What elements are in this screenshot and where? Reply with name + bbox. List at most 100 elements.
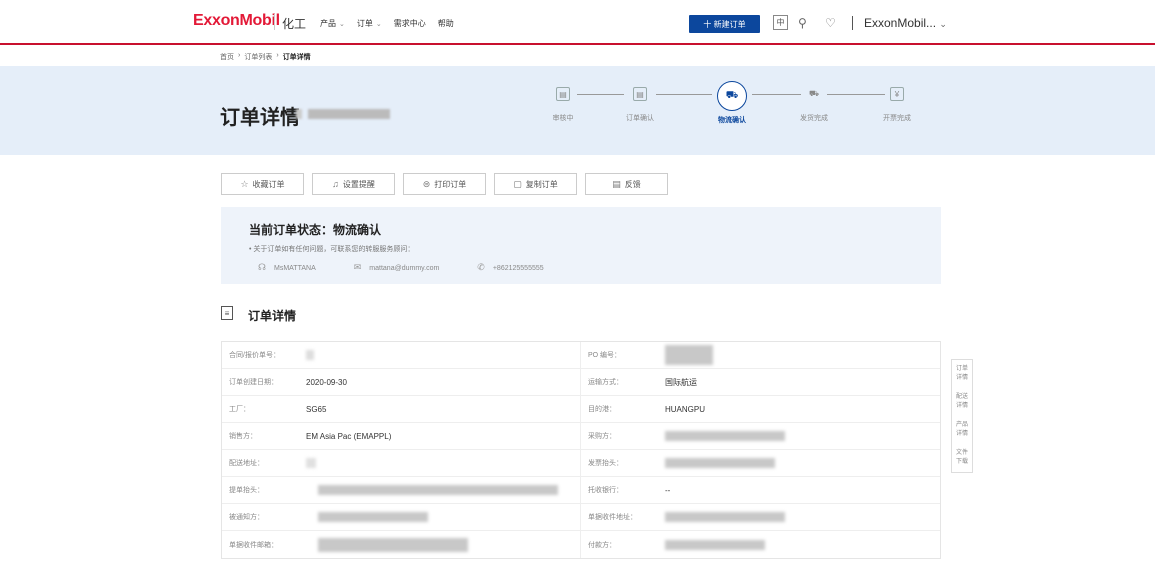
document-icon: ▤ [633, 87, 647, 101]
quick-nav-order-details[interactable]: 订单 详情 [952, 360, 972, 388]
step-label: 发货完成 [800, 115, 828, 122]
quick-nav-file-download[interactable]: 文件 下载 [952, 444, 972, 472]
nav-demand-center-label: 需求中心 [393, 19, 426, 28]
nav-demand-center[interactable]: 需求中心 [394, 18, 426, 29]
divider [852, 16, 853, 30]
redacted-value [306, 350, 314, 360]
quick-nav-delivery-details[interactable]: 配送 详情 [952, 388, 972, 416]
copy-order-button[interactable]: ▢ 复制订单 [494, 173, 577, 195]
nav-help[interactable]: 帮助 [438, 18, 454, 29]
button-label: 设置提醒 [342, 179, 375, 189]
field-value: 国际航运 [665, 377, 697, 387]
phone-icon: ✆ [477, 262, 485, 272]
details-section-title: 订单详情 [248, 309, 297, 323]
field-label: 工厂： [229, 406, 250, 413]
table-row: 配送地址： 发票抬头： [222, 450, 940, 477]
step-logistics-confirmed: ⛟ 物流确认 [702, 81, 762, 125]
field-doc-email: 单据收件邮箱： [222, 531, 581, 558]
page-title: 订单详情 [220, 107, 300, 129]
nav-help-label: 帮助 [437, 19, 454, 28]
print-order-button[interactable]: ⊜ 打印订单 [403, 173, 486, 195]
field-destination: 目的港： HUANGPU [581, 396, 940, 422]
star-icon: ☆ [240, 178, 249, 189]
button-label: 反馈 [624, 179, 641, 189]
field-value: -- [665, 485, 671, 495]
contact-person: ☊ MsMATTANA [258, 262, 316, 273]
account-name: ExxonMobil... [864, 16, 937, 30]
redacted-value [318, 512, 428, 522]
contact-email-item[interactable]: ✉ mattana@dummy.com [354, 262, 440, 273]
redacted-value [665, 512, 785, 522]
redacted-value [318, 537, 468, 552]
set-reminder-button[interactable]: ♫ 设置提醒 [312, 173, 395, 195]
step-order-confirmed: ▤ 订单确认 [610, 87, 670, 123]
contact-phone-item[interactable]: ✆ +862125555555 [477, 262, 543, 273]
breadcrumb: 首页 › 订单列表 › 订单详情 [220, 52, 311, 62]
field-created-date: 订单创建日期： 2020-09-30 [222, 369, 581, 395]
field-buyer: 采购方： [581, 423, 940, 449]
redacted-value [665, 458, 775, 468]
table-row: 订单创建日期： 2020-09-30 运输方式： 国际航运 [222, 369, 940, 396]
field-label: 提单抬头： [229, 487, 264, 494]
divider [274, 14, 275, 30]
button-label: 复制订单 [525, 179, 558, 189]
contact-phone: +862125555555 [492, 265, 544, 272]
account-menu[interactable]: ExxonMobil... ⌄ [864, 16, 947, 30]
contact-note: • 关于订单如有任何问题，可联系您的转服服务顾问： [249, 246, 415, 253]
brand-chemical[interactable]: 化工 [282, 15, 306, 32]
contact-email: mattana@dummy.com [369, 265, 440, 272]
exxonmobil-logo[interactable]: ExxonMobil [193, 12, 280, 30]
step-label: 审核中 [552, 115, 574, 122]
step-shipped: ⛟ 发货完成 [784, 87, 844, 123]
order-details-table: 合同/报价单号： PO 编号： 订单创建日期： 2020-09-30 运输方式： 国… [221, 341, 941, 559]
field-bill-header: 提单抬头： [222, 477, 581, 503]
field-value: EM Asia Pac (EMAPPL) [306, 431, 392, 441]
field-notify-party: 被通知方： [222, 504, 581, 530]
order-status-panel: 当前订单状态：物流确认 • 关于订单如有任何问题，可联系您的转服服务顾问： ☊ M… [221, 207, 941, 284]
quick-nav: 订单 详情 配送 详情 产品 详情 文件 下载 [951, 359, 973, 473]
search-icon[interactable]: ⚲ [798, 15, 807, 31]
field-delivery-address: 配送地址： [222, 450, 581, 476]
field-invoice-header: 发票抬头： [581, 450, 940, 476]
notification-bell-icon[interactable]: ♡ [825, 15, 836, 31]
table-row: 单据收件邮箱： 付款方： [222, 531, 940, 558]
order-status-title: 当前订单状态：物流确认 [249, 223, 382, 237]
redacted-value [665, 345, 713, 365]
step-under-review: ▤ 审核中 [533, 87, 593, 123]
language-switch[interactable]: 中 [773, 15, 788, 30]
chevron-right-icon: › [276, 52, 279, 59]
field-shipping-method: 运输方式： 国际航运 [581, 369, 940, 395]
main-nav: 化工 产品 ⌄ 订单 ⌄ 需求中心 帮助 [282, 15, 454, 32]
table-row: 工厂： SG65 目的港： HUANGPU [222, 396, 940, 423]
field-label: 采购方： [588, 433, 616, 440]
feedback-button[interactable]: ▤ 反馈 [585, 173, 668, 195]
copy-icon: ▢ [513, 178, 522, 189]
table-row: 被通知方： 单据收件地址： [222, 504, 940, 531]
nav-products[interactable]: 产品 ⌄ [320, 18, 345, 29]
field-doc-address: 单据收件地址： [581, 504, 940, 530]
contact-name: MsMATTANA [274, 265, 316, 272]
quick-nav-product-details[interactable]: 产品 详情 [952, 416, 972, 444]
mail-icon: ✉ [353, 262, 362, 272]
contact-info: ☊ MsMATTANA ✉ mattana@dummy.com ✆ +86212555… [258, 262, 544, 273]
truck-icon: ⛟ [717, 81, 747, 111]
field-label: PO 编号： [588, 352, 622, 359]
button-label: 打印订单 [434, 179, 467, 189]
truck-icon: ⛟ [808, 89, 820, 98]
breadcrumb-home[interactable]: 首页 [220, 52, 234, 62]
feedback-icon: ▤ [612, 178, 621, 189]
redacted-order-number [296, 109, 302, 119]
field-seller: 销售方： EM Asia Pac (EMAPPL) [222, 423, 581, 449]
redacted-value [665, 431, 785, 441]
bell-icon: ♫ [332, 179, 339, 189]
field-label: 运输方式： [588, 379, 623, 386]
redacted-value [306, 458, 316, 468]
breadcrumb-order-list[interactable]: 订单列表 [244, 52, 272, 62]
nav-orders[interactable]: 订单 ⌄ [357, 18, 382, 29]
new-order-button[interactable]: 十 新建订单 [689, 15, 760, 33]
favorite-order-button[interactable]: ☆ 收藏订单 [221, 173, 304, 195]
table-row: 提单抬头： 托收银行： -- [222, 477, 940, 504]
table-row: 销售方： EM Asia Pac (EMAPPL) 采购方： [222, 423, 940, 450]
chevron-right-icon: › [238, 52, 241, 59]
field-payer: 付款方： [581, 531, 940, 558]
